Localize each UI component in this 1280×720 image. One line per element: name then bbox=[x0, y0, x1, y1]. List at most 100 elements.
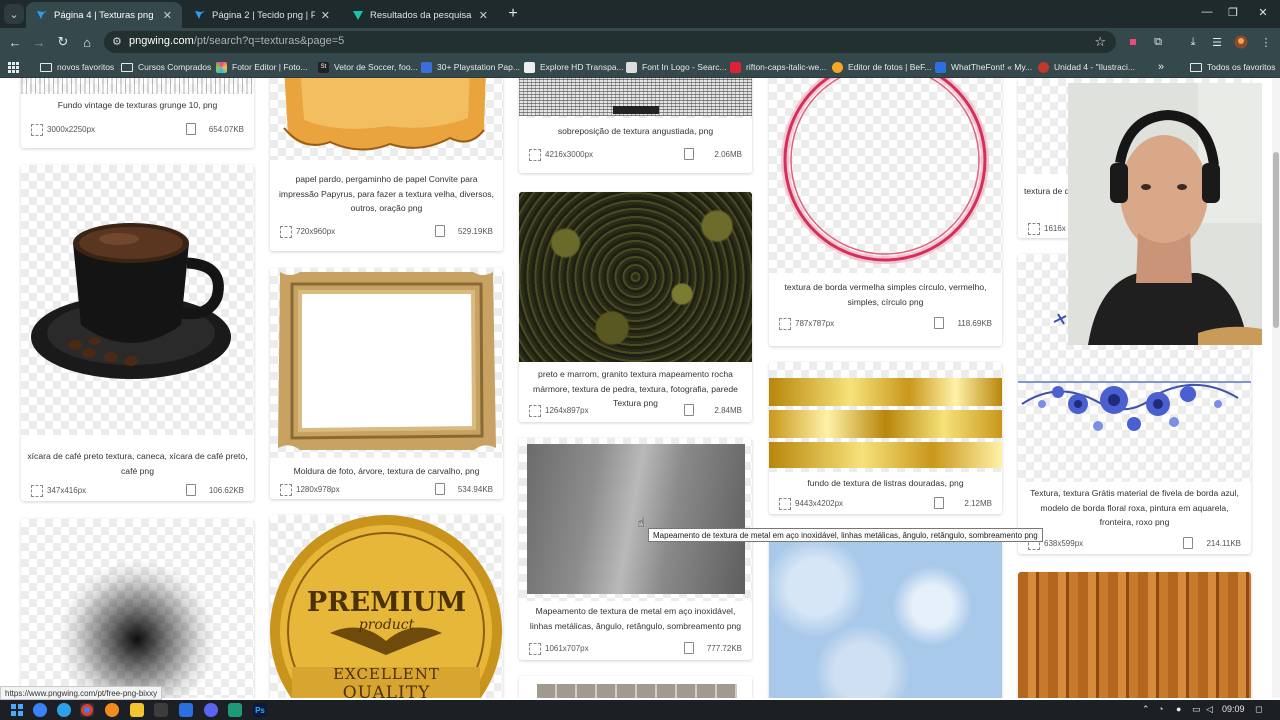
discord-icon[interactable] bbox=[204, 703, 218, 717]
mail-icon[interactable] bbox=[179, 703, 193, 717]
more-bookmarks-chevron-icon[interactable]: » bbox=[1158, 60, 1164, 74]
card-title: fundo de textura de listras douradas, pn… bbox=[807, 478, 964, 488]
window-close-icon[interactable]: ✕ bbox=[1252, 6, 1274, 19]
download-icon[interactable]: ⤓ bbox=[1185, 34, 1201, 50]
bookmark-label: Explore HD Transpa... bbox=[540, 62, 624, 72]
calculator-icon[interactable] bbox=[154, 703, 168, 717]
bookmark-rifton[interactable]: rifton-caps-italic-we... bbox=[730, 60, 826, 74]
app-icon[interactable] bbox=[228, 703, 242, 717]
back-icon[interactable]: ← bbox=[6, 33, 24, 51]
bookmark-fotor[interactable]: Fotor Editor | Foto... bbox=[216, 60, 307, 74]
taskbar: Ps ⌃ ◔ ● ▭ ◁ 09:09 ◻ bbox=[0, 700, 1280, 720]
card-dimensions: 1616x bbox=[1044, 224, 1066, 233]
profile-avatar-icon[interactable] bbox=[1233, 34, 1249, 50]
result-card-premium[interactable]: PREMIUM product EXCELLENT QUALITY bbox=[270, 515, 503, 698]
close-icon[interactable]: ✕ bbox=[321, 9, 330, 22]
result-card-moldura[interactable]: Moldura de foto, árvore, textura de carv… bbox=[270, 268, 503, 499]
card-filesize: 777.72KB bbox=[706, 644, 742, 653]
result-card-clouds[interactable] bbox=[769, 530, 1002, 698]
result-card-papiro[interactable]: papel pardo, pergaminho de papel Convite… bbox=[270, 78, 503, 251]
result-card-cafe[interactable]: xícara de café preto textura, caneca, xí… bbox=[21, 165, 254, 501]
tab-tecido[interactable]: Página 2 | Tecido png | PNGWing ✕ bbox=[184, 2, 340, 28]
result-card-wood[interactable] bbox=[1018, 572, 1251, 698]
result-card-metal[interactable]: Mapeamento de textura de metal em aço in… bbox=[519, 438, 752, 660]
bookmark-explore-hd[interactable]: Explore HD Transpa... bbox=[524, 60, 624, 74]
battery-icon[interactable]: ▭ bbox=[1192, 704, 1201, 715]
bookmarks-bar: novos favoritos Cursos Comprados Fotor E… bbox=[0, 56, 1280, 78]
firefox-icon[interactable] bbox=[105, 703, 119, 717]
windows-start-icon[interactable] bbox=[10, 703, 24, 717]
tab-title: Página 4 | Texturas png | PNGWing bbox=[54, 9, 157, 21]
file-icon bbox=[435, 225, 445, 237]
folder-icon bbox=[1190, 62, 1202, 72]
address-bar[interactable]: ⚙ pngwing.com/pt/search?q=texturas&page=… bbox=[104, 31, 1116, 53]
status-url: https://www.pngwing.com/pt/free-png-bixx… bbox=[0, 686, 163, 700]
bookmark-todos-favoritos[interactable]: Todos os favoritos bbox=[1190, 60, 1276, 74]
bookmark-star-icon[interactable]: ☆ bbox=[1094, 34, 1106, 50]
toolbar: ← → ↻ ⌂ ⚙ pngwing.com/pt/search?q=textur… bbox=[0, 28, 1280, 56]
menu-kebab-icon[interactable]: ⋮ bbox=[1258, 34, 1274, 50]
dimensions-icon bbox=[31, 124, 43, 136]
home-icon[interactable]: ⌂ bbox=[78, 33, 96, 51]
vertical-scrollbar[interactable] bbox=[1272, 78, 1280, 698]
tab-search-button[interactable]: ⌄ bbox=[4, 4, 24, 24]
file-icon bbox=[1183, 537, 1193, 549]
sky-thumbnail bbox=[769, 530, 1002, 698]
extensions-puzzle-icon[interactable]: ⧉ bbox=[1150, 34, 1166, 50]
bookmark-novos-favoritos[interactable]: novos favoritos bbox=[40, 60, 114, 74]
site-info-icon[interactable]: ⚙ bbox=[112, 35, 122, 48]
bookmark-label: Todos os favoritos bbox=[1207, 62, 1276, 72]
bookmark-vetor-soccer[interactable]: St Vetor de Soccer, foo... bbox=[318, 60, 418, 74]
result-card-listras[interactable]: fundo de textura de listras douradas, pn… bbox=[769, 362, 1002, 514]
result-card-bricks[interactable] bbox=[519, 676, 752, 698]
chrome-icon[interactable] bbox=[80, 703, 94, 717]
volume-icon[interactable]: ◁ bbox=[1206, 704, 1213, 715]
bookmark-cursos-comprados[interactable]: Cursos Comprados bbox=[121, 60, 211, 74]
new-tab-button[interactable]: + bbox=[503, 4, 523, 24]
notifications-icon[interactable]: ◻ bbox=[1255, 704, 1262, 715]
card-dimensions: 347x416px bbox=[47, 486, 87, 495]
card-filesize: 2.06MB bbox=[714, 150, 742, 159]
extension-icon[interactable] bbox=[1125, 34, 1141, 50]
mic-icon[interactable]: ● bbox=[1176, 704, 1181, 714]
bookmark-befunky[interactable]: Editor de fotos | BeF... bbox=[832, 60, 931, 74]
card-meta: 787x787px 118.69KB bbox=[777, 317, 994, 332]
fi-icon bbox=[626, 61, 637, 73]
bookmark-playstation[interactable]: 30+ Playstation Pap... bbox=[421, 60, 520, 74]
apps-grid-icon[interactable] bbox=[8, 60, 19, 74]
reload-icon[interactable]: ↻ bbox=[54, 33, 72, 51]
bookmark-unidad4[interactable]: Unidad 4 - "Ilustraci... bbox=[1038, 60, 1135, 74]
result-card-sobreposicao[interactable]: sobreposição de textura angustiada, png … bbox=[519, 78, 752, 173]
tray-chevron-icon[interactable]: ⌃ bbox=[1142, 704, 1150, 715]
scrollbar-thumb[interactable] bbox=[1273, 152, 1279, 328]
close-icon[interactable]: ✕ bbox=[479, 9, 488, 22]
result-card-grunge[interactable]: Fundo vintage de texturas grunge 10, png… bbox=[21, 78, 254, 148]
tab-resultados[interactable]: Resultados da pesquisa para X ✕ bbox=[342, 2, 498, 28]
clock-text[interactable]: 09:09 bbox=[1222, 704, 1245, 714]
reading-list-icon[interactable]: ☰ bbox=[1209, 34, 1225, 50]
file-explorer-icon[interactable] bbox=[130, 703, 144, 717]
url-text: pngwing.com/pt/search?q=texturas&page=5 bbox=[129, 35, 344, 47]
dimensions-icon bbox=[779, 498, 791, 510]
result-card-shadow[interactable] bbox=[21, 519, 254, 698]
tab-texturas[interactable]: Página 4 | Texturas png | PNGWing ✕ bbox=[26, 2, 182, 28]
bookmark-whatthefont[interactable]: WhatTheFont! « My... bbox=[935, 60, 1032, 74]
wifi-icon[interactable]: ◔ bbox=[1158, 704, 1163, 714]
copilot-icon[interactable] bbox=[33, 703, 47, 717]
result-card-circulo[interactable]: textura de borda vermelha simples círcul… bbox=[769, 78, 1002, 346]
pp-icon bbox=[524, 61, 535, 73]
photoshop-icon[interactable]: Ps bbox=[253, 703, 267, 717]
file-icon bbox=[934, 497, 944, 509]
steel-thumbnail bbox=[519, 438, 752, 601]
bookmark-font-in-logo[interactable]: Font In Logo - Searc... bbox=[626, 60, 727, 74]
restore-icon[interactable]: ❐ bbox=[1222, 6, 1244, 19]
edge-icon[interactable] bbox=[57, 703, 71, 717]
minimize-icon[interactable]: — bbox=[1196, 6, 1218, 18]
forward-icon[interactable]: → bbox=[30, 33, 48, 51]
card-meta: 1280x978px 534.94KB bbox=[278, 483, 495, 498]
st-icon: St bbox=[318, 61, 329, 73]
bookmark-label: WhatTheFont! « My... bbox=[951, 62, 1033, 72]
close-icon[interactable]: ✕ bbox=[163, 9, 172, 22]
result-card-granito[interactable]: preto e marrom, granito textura mapeamen… bbox=[519, 192, 752, 422]
card-dimensions: 4216x3000px bbox=[545, 150, 594, 159]
